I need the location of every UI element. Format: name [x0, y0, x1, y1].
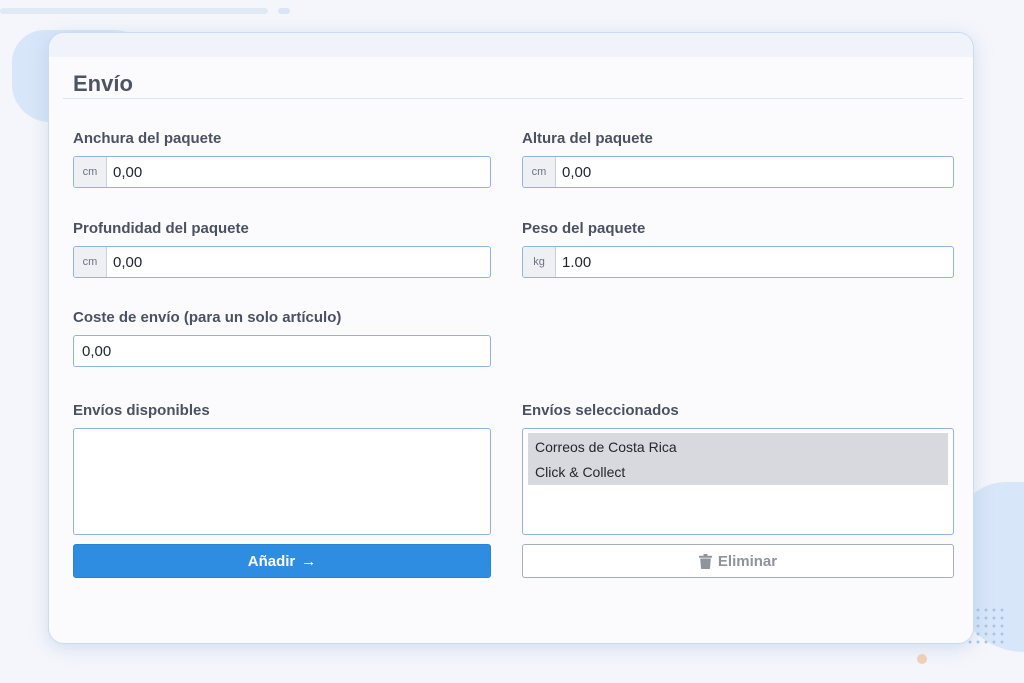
- package-depth-input[interactable]: [107, 247, 490, 277]
- shipping-cost-input[interactable]: [74, 336, 490, 366]
- arrow-right-icon: →: [301, 552, 317, 570]
- available-shipping-list[interactable]: [73, 428, 491, 535]
- add-button[interactable]: Añadir →: [73, 544, 491, 578]
- selected-shipping-label: Envíos seleccionados: [522, 402, 679, 419]
- shipping-cost-label: Coste de envío (para un solo artículo): [73, 309, 342, 326]
- selected-shipping-list[interactable]: Correos de Costa Rica Click & Collect: [522, 428, 954, 535]
- remove-button[interactable]: Eliminar: [522, 544, 954, 578]
- package-depth-label: Profundidad del paquete: [73, 220, 249, 237]
- package-width-input-group: cm: [73, 156, 491, 188]
- available-shipping-label: Envíos disponibles: [73, 402, 210, 419]
- package-height-label: Altura del paquete: [522, 130, 653, 147]
- decorative-line: [0, 8, 268, 14]
- package-height-input-group: cm: [522, 156, 954, 188]
- panel-title: Envío: [73, 71, 133, 96]
- unit-addon: cm: [523, 157, 556, 187]
- shipping-cost-field: Coste de envío (para un solo artículo): [73, 309, 491, 367]
- package-width-input[interactable]: [107, 157, 490, 187]
- add-button-label: Añadir: [247, 552, 296, 570]
- selected-shipping-field: Envíos seleccionados Correos de Costa Ri…: [522, 402, 954, 535]
- title-divider: [63, 98, 963, 99]
- package-width-field: Anchura del paquete cm: [73, 130, 491, 188]
- package-weight-input-group: kg: [522, 246, 954, 278]
- unit-addon: cm: [74, 247, 107, 277]
- package-depth-field: Profundidad del paquete cm: [73, 220, 491, 278]
- list-item-correos[interactable]: Correos de Costa Rica: [528, 433, 948, 460]
- available-shipping-field: Envíos disponibles: [73, 402, 491, 535]
- package-weight-field: Peso del paquete kg: [522, 220, 954, 278]
- package-height-input[interactable]: [556, 157, 953, 187]
- package-weight-label: Peso del paquete: [522, 220, 646, 237]
- decorative-line-dot: [278, 8, 290, 14]
- package-height-field: Altura del paquete cm: [522, 130, 954, 188]
- package-depth-input-group: cm: [73, 246, 491, 278]
- unit-addon: kg: [523, 247, 556, 277]
- list-item-click-collect[interactable]: Click & Collect: [528, 460, 948, 485]
- decorative-dot: [917, 654, 927, 664]
- remove-button-label: Eliminar: [717, 552, 778, 570]
- shipping-cost-input-group: [73, 335, 491, 367]
- trash-icon: [698, 553, 712, 569]
- panel-top-band: [49, 33, 973, 57]
- package-weight-input[interactable]: [556, 247, 953, 277]
- package-width-label: Anchura del paquete: [73, 130, 222, 147]
- unit-addon: cm: [74, 157, 107, 187]
- shipping-panel: Envío Anchura del paquete cm Altura del …: [48, 32, 974, 644]
